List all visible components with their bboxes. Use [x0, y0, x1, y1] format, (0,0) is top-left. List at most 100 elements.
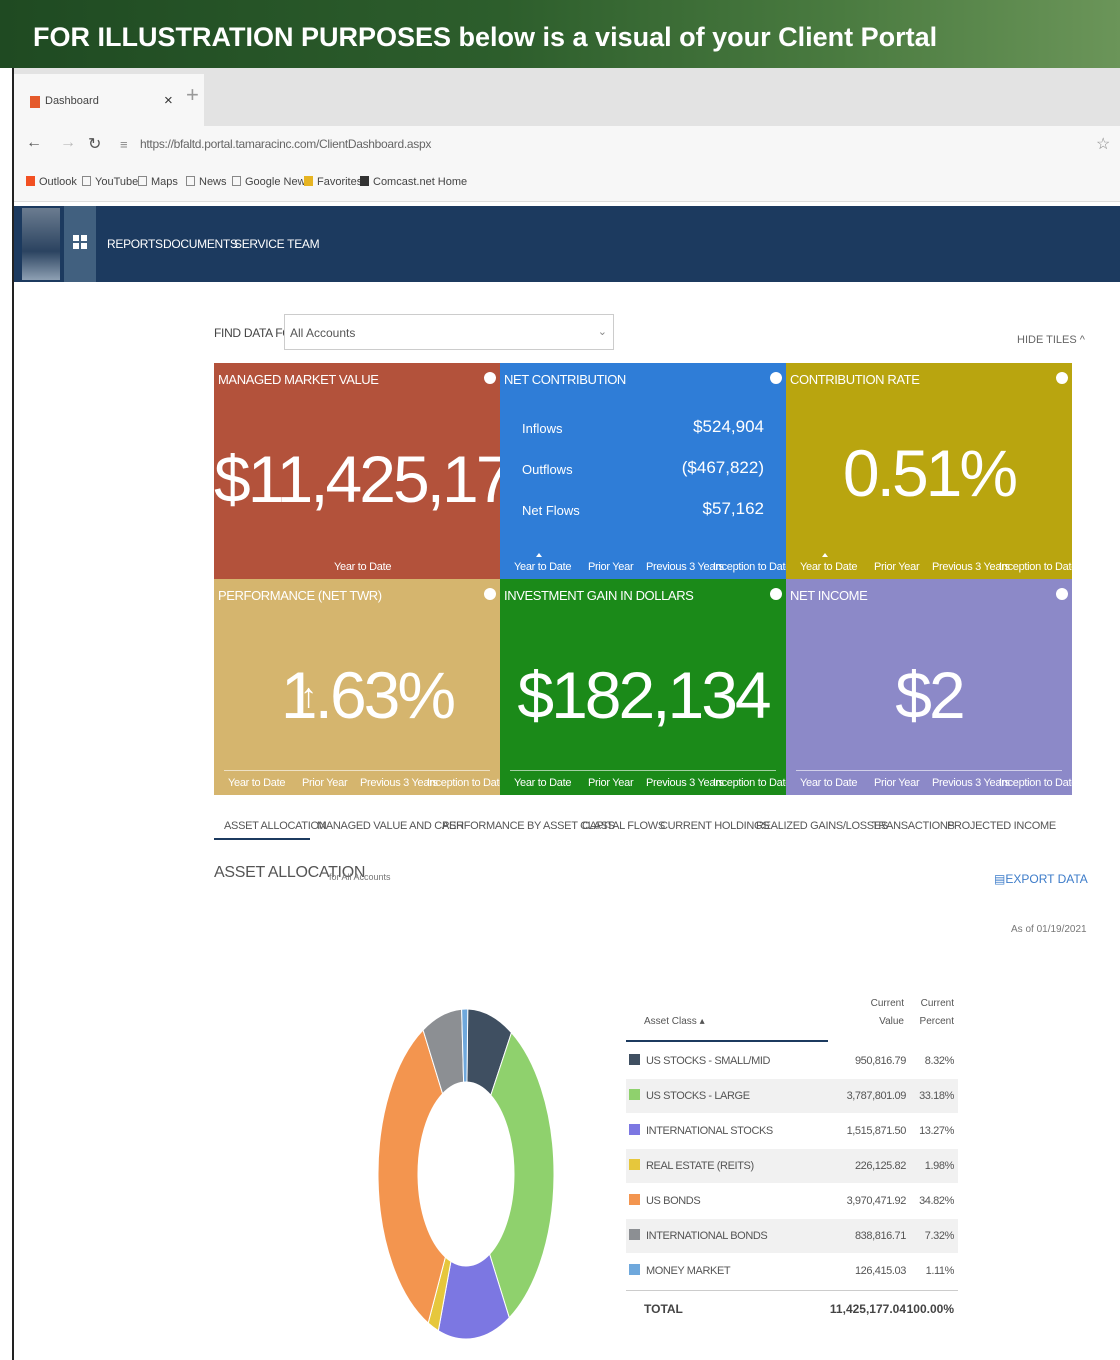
info-icon[interactable]	[1056, 588, 1068, 600]
tab-transactions[interactable]: TRANSACTIONS	[872, 820, 955, 832]
info-icon[interactable]	[484, 588, 496, 600]
tile-period-tabs: Year to Date Prior Year Previous 3 Years…	[214, 771, 500, 795]
period-inception-to-date[interactable]: Inception to Date	[999, 561, 1072, 573]
as-of-date: As of 01/19/2021	[1011, 924, 1087, 935]
export-icon: ▤	[994, 872, 1006, 886]
period-year-to-date[interactable]: Year to Date	[514, 561, 571, 573]
app-navbar: REPORTS DOCUMENTS SERVICE TEAM	[14, 206, 1120, 282]
tab-projected-income[interactable]: PROJECTED INCOME	[947, 820, 1056, 832]
info-icon[interactable]	[770, 588, 782, 600]
firm-logo[interactable]	[22, 208, 60, 280]
period-inception-to-date[interactable]: Inception to Date	[713, 777, 786, 789]
period-prior-year[interactable]: Prior Year	[874, 777, 920, 789]
current-value: 126,415.03	[854, 1265, 906, 1277]
legend-swatch	[629, 1229, 640, 1240]
period-year-to-date[interactable]: Year to Date	[334, 561, 391, 573]
bookmark-news[interactable]: News	[186, 176, 227, 188]
current-value: 1,515,871.50	[846, 1125, 907, 1137]
tile-contribution-rate[interactable]: CONTRIBUTION RATE 0.51% Year to Date Pri…	[786, 363, 1072, 579]
export-data-link[interactable]: ▤EXPORT DATA	[994, 872, 1088, 886]
table-row[interactable]: US STOCKS - LARGE 3,787,801.09 33.18%	[626, 1079, 958, 1113]
info-icon[interactable]	[770, 372, 782, 384]
legend-swatch	[629, 1159, 640, 1170]
tile-performance[interactable]: PERFORMANCE (NET TWR) ↑ 1.63% Year to Da…	[214, 579, 500, 795]
period-prior-year[interactable]: Prior Year	[874, 561, 920, 573]
bookmark-maps[interactable]: Maps	[138, 176, 178, 188]
total-percent: 100.00%	[906, 1302, 954, 1316]
url-field[interactable]: https://bfaltd.portal.tamaracinc.com/Cli…	[140, 137, 431, 151]
donut-slice-us-stocks-large[interactable]	[489, 1031, 555, 1319]
table-row[interactable]: US BONDS 3,970,471.92 34.82%	[626, 1184, 958, 1218]
browser-tab[interactable]: Dashboard ×	[14, 74, 204, 126]
tile-value: 0.51%	[842, 436, 1018, 510]
asset-class-name: US STOCKS - LARGE	[646, 1090, 750, 1102]
bookmark-youtube[interactable]: YouTube	[82, 176, 138, 188]
back-icon[interactable]: ←	[26, 134, 42, 152]
tile-period-tabs: Year to Date	[214, 555, 500, 579]
current-value-header-2[interactable]: Value	[854, 1012, 904, 1032]
bookmark-outlook[interactable]: Outlook	[26, 176, 77, 188]
period-inception-to-date[interactable]: Inception to Date	[999, 777, 1072, 789]
account-select[interactable]: All Accounts ⌄	[284, 314, 614, 350]
net-flows-label: Net Flows	[522, 503, 580, 518]
period-year-to-date[interactable]: Year to Date	[800, 561, 857, 573]
table-row[interactable]: US STOCKS - SMALL/MID 950,816.79 8.32%	[626, 1044, 958, 1078]
info-icon[interactable]	[1056, 372, 1068, 384]
tab-close-icon[interactable]: ×	[164, 92, 173, 109]
page-info-icon[interactable]: ≡	[120, 137, 128, 152]
nav-service-team[interactable]: SERVICE TEAM	[234, 237, 320, 251]
current-value-header-1[interactable]: Current	[854, 994, 904, 1014]
new-tab-icon[interactable]: +	[186, 82, 199, 108]
period-inception-to-date[interactable]: Inception to Date	[713, 561, 786, 573]
tile-title: PERFORMANCE (NET TWR)	[218, 588, 382, 603]
total-label: TOTAL	[644, 1302, 683, 1316]
tab-strip: Dashboard × +	[14, 68, 1120, 126]
current-percent-header-1[interactable]: Current	[908, 994, 954, 1014]
period-inception-to-date[interactable]: Inception to Date	[427, 777, 500, 789]
info-icon[interactable]	[484, 372, 496, 384]
net-flows-value: $57,162	[702, 499, 764, 518]
period-year-to-date[interactable]: Year to Date	[800, 777, 857, 789]
inflows-label: Inflows	[522, 421, 563, 436]
tile-net-income[interactable]: NET INCOME $2 Year to Date Prior Year Pr…	[786, 579, 1072, 795]
bookmark-comcast[interactable]: Comcast.net Home	[360, 176, 467, 188]
bookmark-favorites[interactable]: Favorites	[304, 176, 362, 188]
tab-realized-gains-losses[interactable]: REALIZED GAINS/LOSSES	[756, 820, 888, 832]
refresh-icon[interactable]: ↻	[88, 134, 101, 154]
nav-reports[interactable]: REPORTS	[107, 237, 163, 251]
table-row[interactable]: REAL ESTATE (REITS) 226,125.82 1.98%	[626, 1149, 958, 1183]
period-prior-year[interactable]: Prior Year	[302, 777, 348, 789]
table-row[interactable]: INTERNATIONAL BONDS 838,816.71 7.32%	[626, 1219, 958, 1253]
asset-class-header[interactable]: Asset Class ▴	[644, 1012, 705, 1032]
bookmark-google-news[interactable]: Google News	[232, 176, 311, 188]
period-year-to-date[interactable]: Year to Date	[228, 777, 285, 789]
period-prior-year[interactable]: Prior Year	[588, 561, 634, 573]
tab-asset-allocation[interactable]: ASSET ALLOCATION	[224, 820, 327, 832]
period-year-to-date[interactable]: Year to Date	[514, 777, 571, 789]
nav-documents[interactable]: DOCUMENTS	[163, 237, 238, 251]
apps-grid-icon[interactable]	[64, 206, 96, 282]
current-percent: 34.82%	[919, 1195, 954, 1207]
table-row[interactable]: MONEY MARKET 126,415.03 1.11%	[626, 1254, 958, 1288]
tile-period-tabs: Year to Date Prior Year Previous 3 Years…	[500, 771, 786, 795]
table-row[interactable]: INTERNATIONAL STOCKS 1,515,871.50 13.27%	[626, 1114, 958, 1148]
banner-text: FOR ILLUSTRATION PURPOSES below is a vis…	[33, 22, 938, 52]
asset-class-name: INTERNATIONAL STOCKS	[646, 1125, 773, 1137]
tile-net-contribution[interactable]: NET CONTRIBUTION Inflows $524,904 Outflo…	[500, 363, 786, 579]
current-percent: 1.11%	[925, 1265, 955, 1277]
current-percent: 13.27%	[919, 1125, 954, 1137]
current-percent-header-2[interactable]: Percent	[908, 1012, 954, 1032]
hide-tiles-link[interactable]: HIDE TILES ^	[1017, 334, 1085, 346]
tab-current-holdings[interactable]: CURRENT HOLDINGS	[660, 820, 770, 832]
account-select-value: All Accounts	[290, 326, 356, 340]
outflows-label: Outflows	[522, 462, 573, 477]
tab-capital-flows[interactable]: CAPITAL FLOWS	[582, 820, 665, 832]
tile-investment-gain[interactable]: INVESTMENT GAIN IN DOLLARS $182,134 Year…	[500, 579, 786, 795]
forward-icon[interactable]: →	[60, 134, 76, 152]
period-prior-year[interactable]: Prior Year	[588, 777, 634, 789]
favorite-star-icon[interactable]: ☆	[1096, 134, 1110, 154]
current-value: 838,816.71	[854, 1230, 906, 1242]
favicon-icon	[30, 96, 40, 108]
donut-slice-us-bonds[interactable]	[377, 1029, 446, 1324]
tile-managed-market-value[interactable]: MANAGED MARKET VALUE $11,425,177 Year to…	[214, 363, 500, 579]
